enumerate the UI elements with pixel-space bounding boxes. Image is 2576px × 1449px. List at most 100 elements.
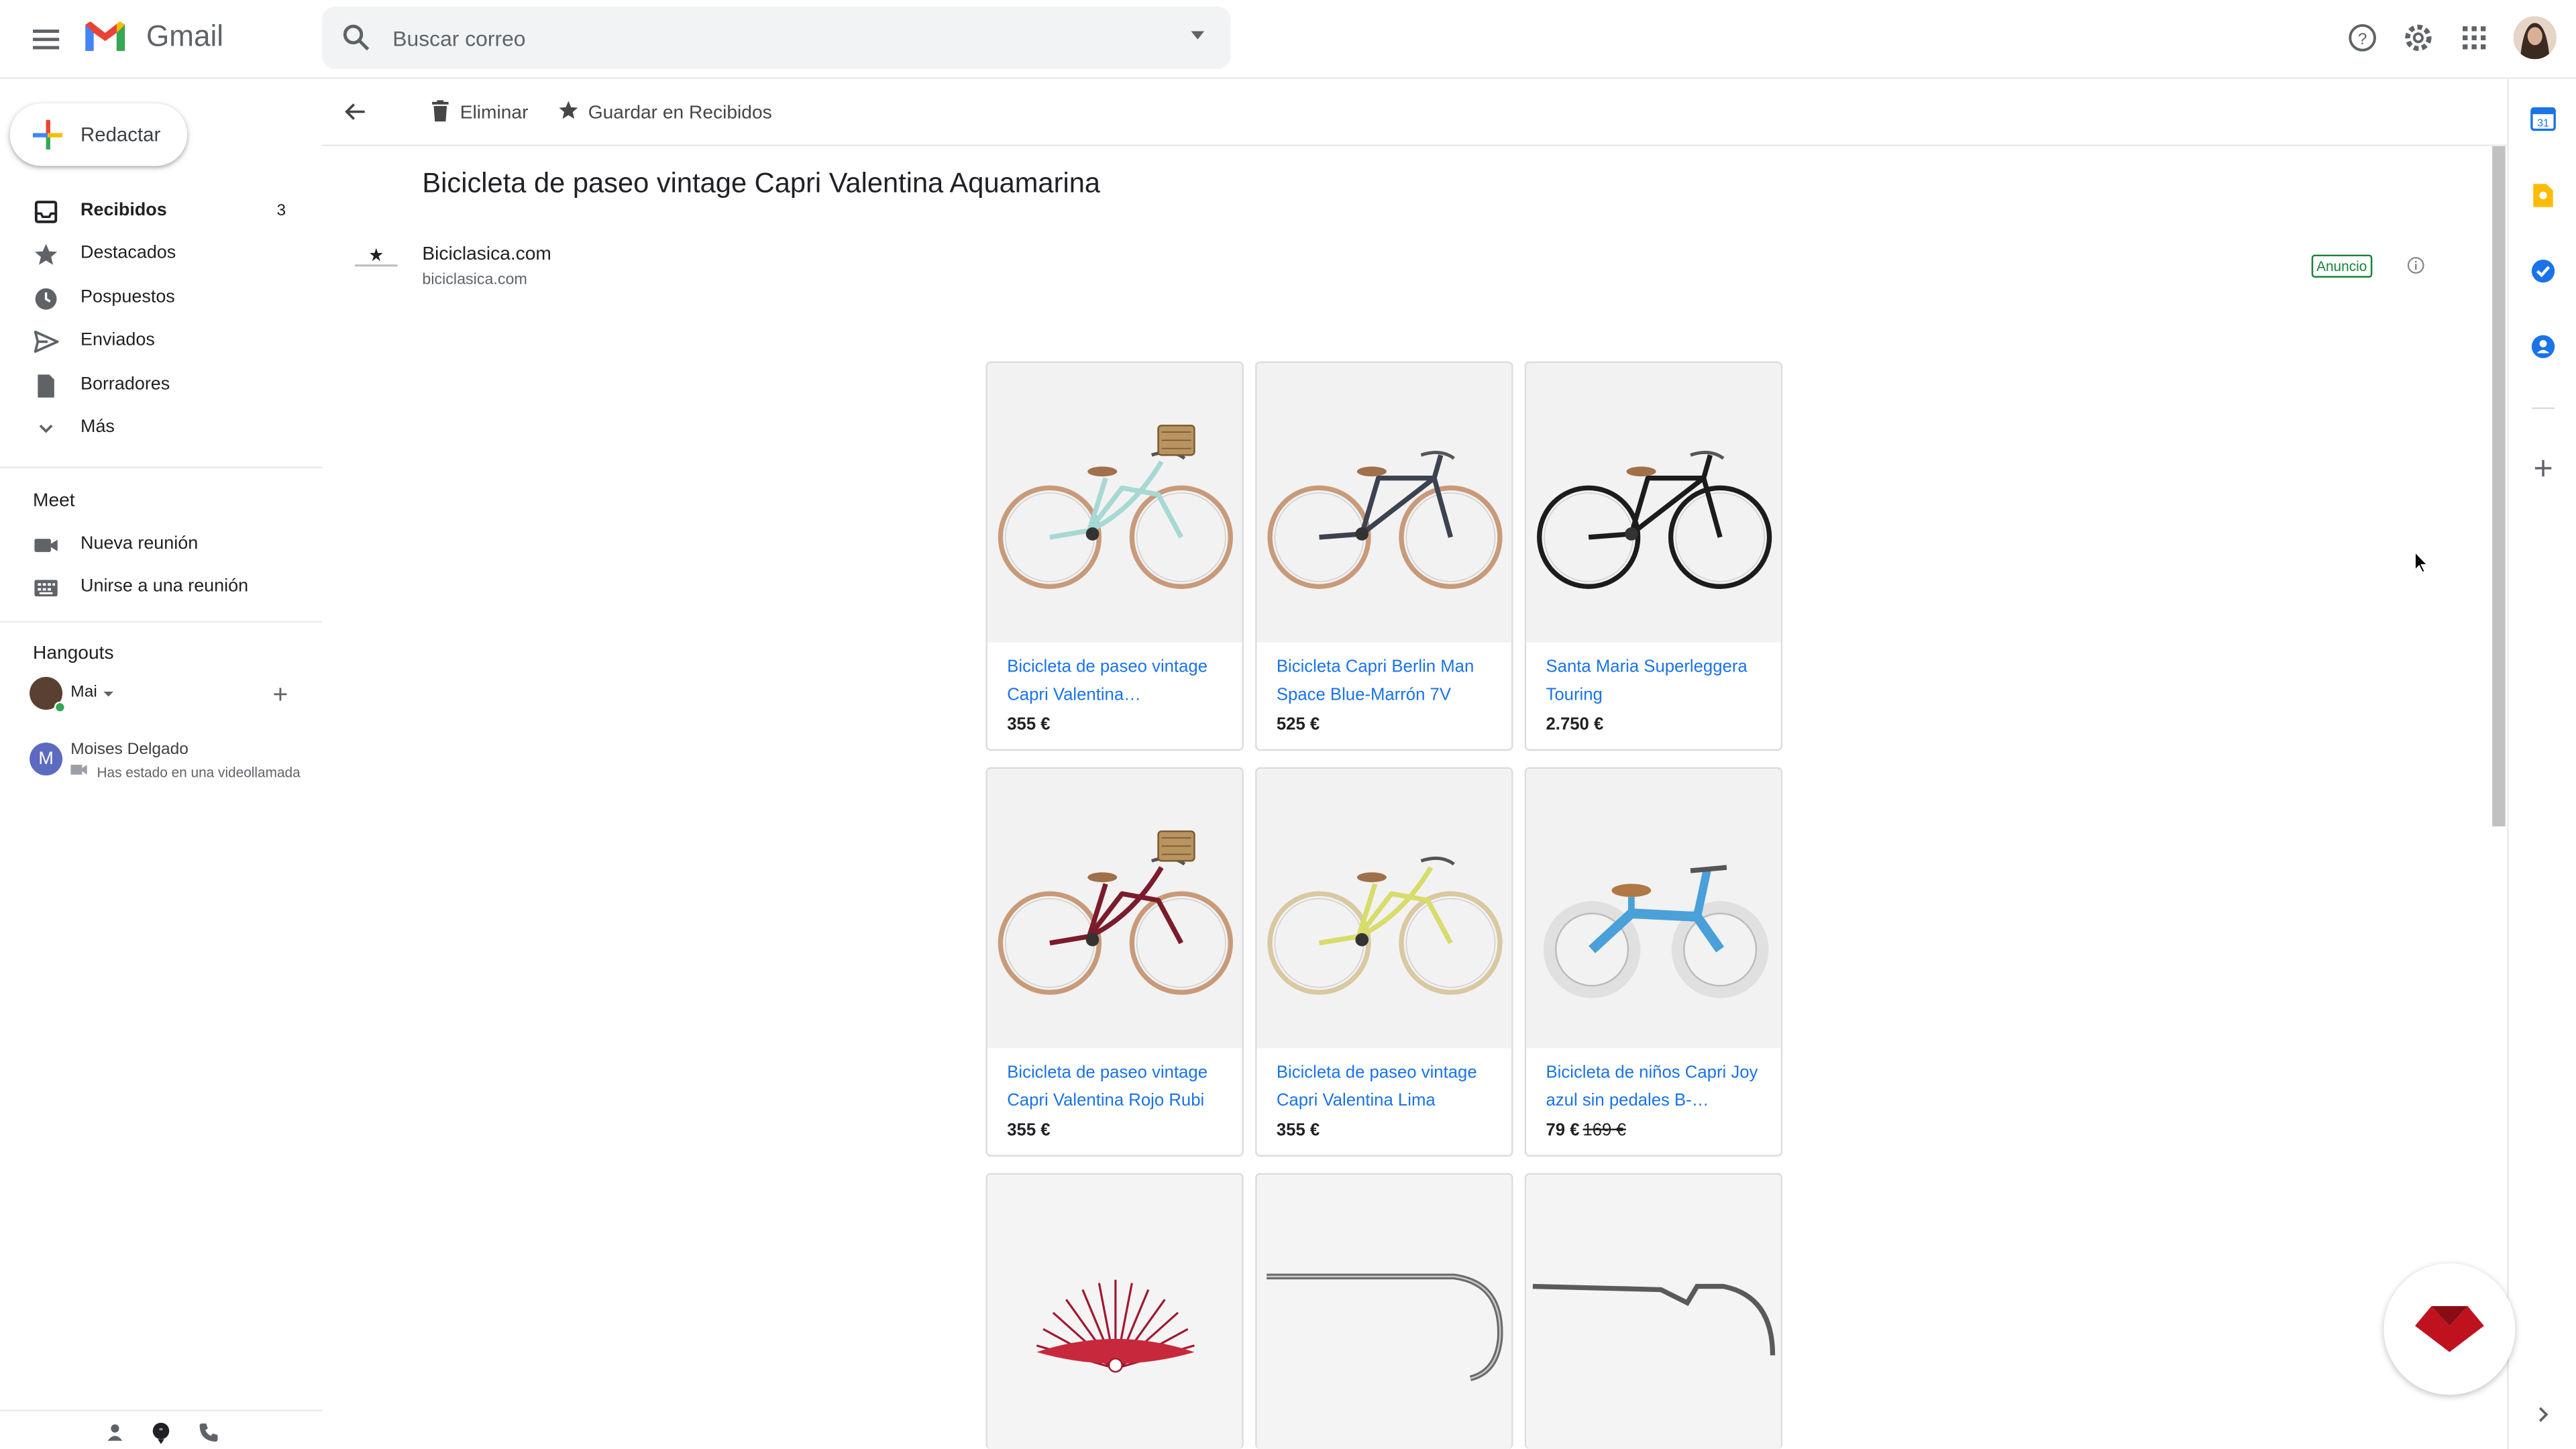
product-card[interactable]: Bicicleta de niños Capri Joy azul sin pe…	[1524, 767, 1783, 1157]
current-price: 355 €	[1276, 1120, 1320, 1140]
meet-join-meeting[interactable]: Unirse a una reunión	[0, 567, 322, 610]
product-card[interactable]: Bicicleta Capri Berlin Man Space Blue-Ma…	[1255, 361, 1513, 751]
product-card[interactable]	[1524, 1173, 1783, 1449]
product-price: 79 €169 €	[1546, 1120, 1626, 1140]
product-card[interactable]: Bicicleta de paseo vintage Capri Valenti…	[985, 361, 1244, 751]
keyboard-icon	[34, 580, 58, 596]
video-icon	[70, 765, 87, 775]
search-options-icon[interactable]	[1191, 31, 1205, 40]
original-price: 169 €	[1582, 1120, 1626, 1140]
sidebar-item-starred[interactable]: Destacados	[0, 233, 322, 276]
back-arrow-icon[interactable]	[341, 99, 368, 125]
side-panel-rail: 31	[2507, 78, 2576, 1449]
message-toolbar: Eliminar Guardar en Recibidos	[322, 79, 2508, 146]
handlebar-image	[1267, 1273, 1503, 1381]
meet-item-label: Unirse a una reunión	[80, 576, 249, 596]
product-image[interactable]	[1256, 363, 1512, 643]
hangouts-user-name: Mai	[70, 683, 97, 702]
hangouts-section-title: Hangouts	[32, 644, 114, 664]
current-price: 355 €	[1007, 714, 1051, 735]
calendar-icon[interactable]: 31	[2530, 105, 2556, 131]
product-title-link[interactable]: Bicicleta de niños Capri Joy azul sin pe…	[1546, 1060, 1770, 1114]
product-image[interactable]	[1256, 769, 1512, 1049]
product-image[interactable]	[987, 363, 1242, 643]
settings-icon[interactable]	[2402, 21, 2434, 54]
floating-logo-button[interactable]	[2383, 1263, 2516, 1395]
chat-bubble-icon[interactable]: "	[150, 1421, 172, 1444]
clock-icon	[35, 288, 57, 310]
contacts-icon[interactable]	[2530, 333, 2556, 360]
sidebar-item-label: Borradores	[80, 374, 170, 394]
product-image	[1526, 1175, 1781, 1449]
sidebar-item-sent[interactable]: Enviados	[0, 321, 322, 364]
product-card[interactable]: Bicicleta de paseo vintage Capri Valenti…	[985, 767, 1244, 1157]
mouse-cursor-icon	[2414, 550, 2429, 574]
hangouts-contact[interactable]: M Moises Delgado Has estado en una video…	[30, 741, 322, 787]
account-avatar[interactable]	[2513, 16, 2557, 60]
meet-item-label: Nueva reunión	[80, 533, 199, 554]
sidebar-item-drafts[interactable]: Borradores	[0, 365, 322, 408]
search-icon[interactable]	[341, 23, 371, 52]
product-title-link[interactable]: Bicicleta de paseo vintage Capri Valenti…	[1007, 1060, 1230, 1114]
product-price: 525 €	[1277, 714, 1320, 734]
status-dropdown-icon[interactable]	[103, 692, 113, 697]
plus-icon	[32, 119, 63, 150]
sender-name: Biciclasica.com	[422, 244, 551, 265]
search-bar[interactable]	[322, 6, 1231, 69]
apps-grid-icon[interactable]	[2458, 21, 2491, 54]
product-price: 355 €	[1007, 1120, 1050, 1140]
product-card[interactable]	[1255, 1173, 1513, 1449]
person-icon[interactable]	[103, 1421, 126, 1444]
product-title-link[interactable]: Bicicleta de paseo vintage Capri Valenti…	[1277, 1060, 1500, 1114]
meet-new-meeting[interactable]: Nueva reunión	[0, 524, 322, 567]
product-card[interactable]: Santa Maria Superleggera Touring 2.750 €	[1524, 361, 1783, 751]
rail-divider	[2531, 407, 2555, 409]
video-icon	[34, 539, 58, 552]
add-contact-icon[interactable]: +	[273, 682, 288, 711]
chevron-right-icon[interactable]	[2532, 1403, 2555, 1426]
help-icon[interactable]: ?	[2346, 21, 2379, 54]
sender-domain: biciclasica.com	[422, 271, 527, 290]
sidebar-item-more[interactable]: Más	[0, 407, 322, 450]
product-card[interactable]: Bicicleta de paseo vintage Capri Valenti…	[1255, 767, 1513, 1157]
hangouts-user[interactable]: Mai +	[30, 676, 322, 718]
search-input[interactable]	[392, 19, 1165, 56]
gmail-logo[interactable]	[82, 18, 128, 54]
contact-status: Has estado en una videollamada	[97, 763, 301, 781]
main-menu-icon[interactable]	[26, 19, 66, 59]
product-title-link[interactable]: Santa Maria Superleggera Touring	[1546, 654, 1770, 708]
sidebar-item-label: Destacados	[80, 243, 176, 263]
product-card[interactable]	[985, 1173, 1244, 1449]
product-image[interactable]	[987, 769, 1242, 1049]
app-brand: Gmail	[146, 19, 224, 53]
unread-count: 3	[276, 202, 286, 221]
keep-icon[interactable]	[2530, 182, 2556, 209]
top-bar: Gmail ?	[0, 0, 2576, 79]
star-icon	[34, 244, 58, 265]
product-title-link[interactable]: Bicicleta Capri Berlin Man Space Blue-Ma…	[1277, 654, 1500, 708]
sidebar-divider	[0, 621, 323, 623]
sidebar-item-label: Pospuestos	[80, 287, 175, 307]
tasks-icon[interactable]	[2530, 258, 2556, 284]
product-title-link[interactable]: Bicicleta de paseo vintage Capri Valenti…	[1007, 654, 1230, 708]
sidebar-item-snoozed[interactable]: Pospuestos	[0, 278, 322, 321]
compose-button[interactable]: Redactar	[9, 103, 188, 166]
message-subject: Bicicleta de paseo vintage Capri Valenti…	[422, 167, 1101, 199]
bicycle-image	[987, 769, 1242, 1049]
current-price: 2.750 €	[1546, 714, 1604, 735]
svg-text:?: ?	[2358, 30, 2367, 48]
draft-icon	[38, 374, 54, 398]
sidebar-divider	[0, 466, 323, 468]
phone-icon[interactable]	[197, 1421, 220, 1444]
save-to-inbox-button[interactable]: Guardar en Recibidos	[559, 100, 772, 126]
product-image[interactable]	[1526, 769, 1781, 1049]
info-icon[interactable]	[2407, 256, 2425, 274]
delete-button[interactable]: Eliminar	[431, 100, 528, 126]
add-addon-icon[interactable]	[2530, 455, 2556, 481]
ad-badge: Anuncio	[2311, 254, 2372, 278]
scrollbar[interactable]	[2492, 146, 2506, 826]
brand-logo-icon	[2415, 1305, 2484, 1352]
sidebar-item-inbox[interactable]: Recibidos 3	[0, 191, 322, 233]
product-image[interactable]	[1526, 363, 1781, 643]
decorative-fan-image	[1036, 1279, 1195, 1373]
